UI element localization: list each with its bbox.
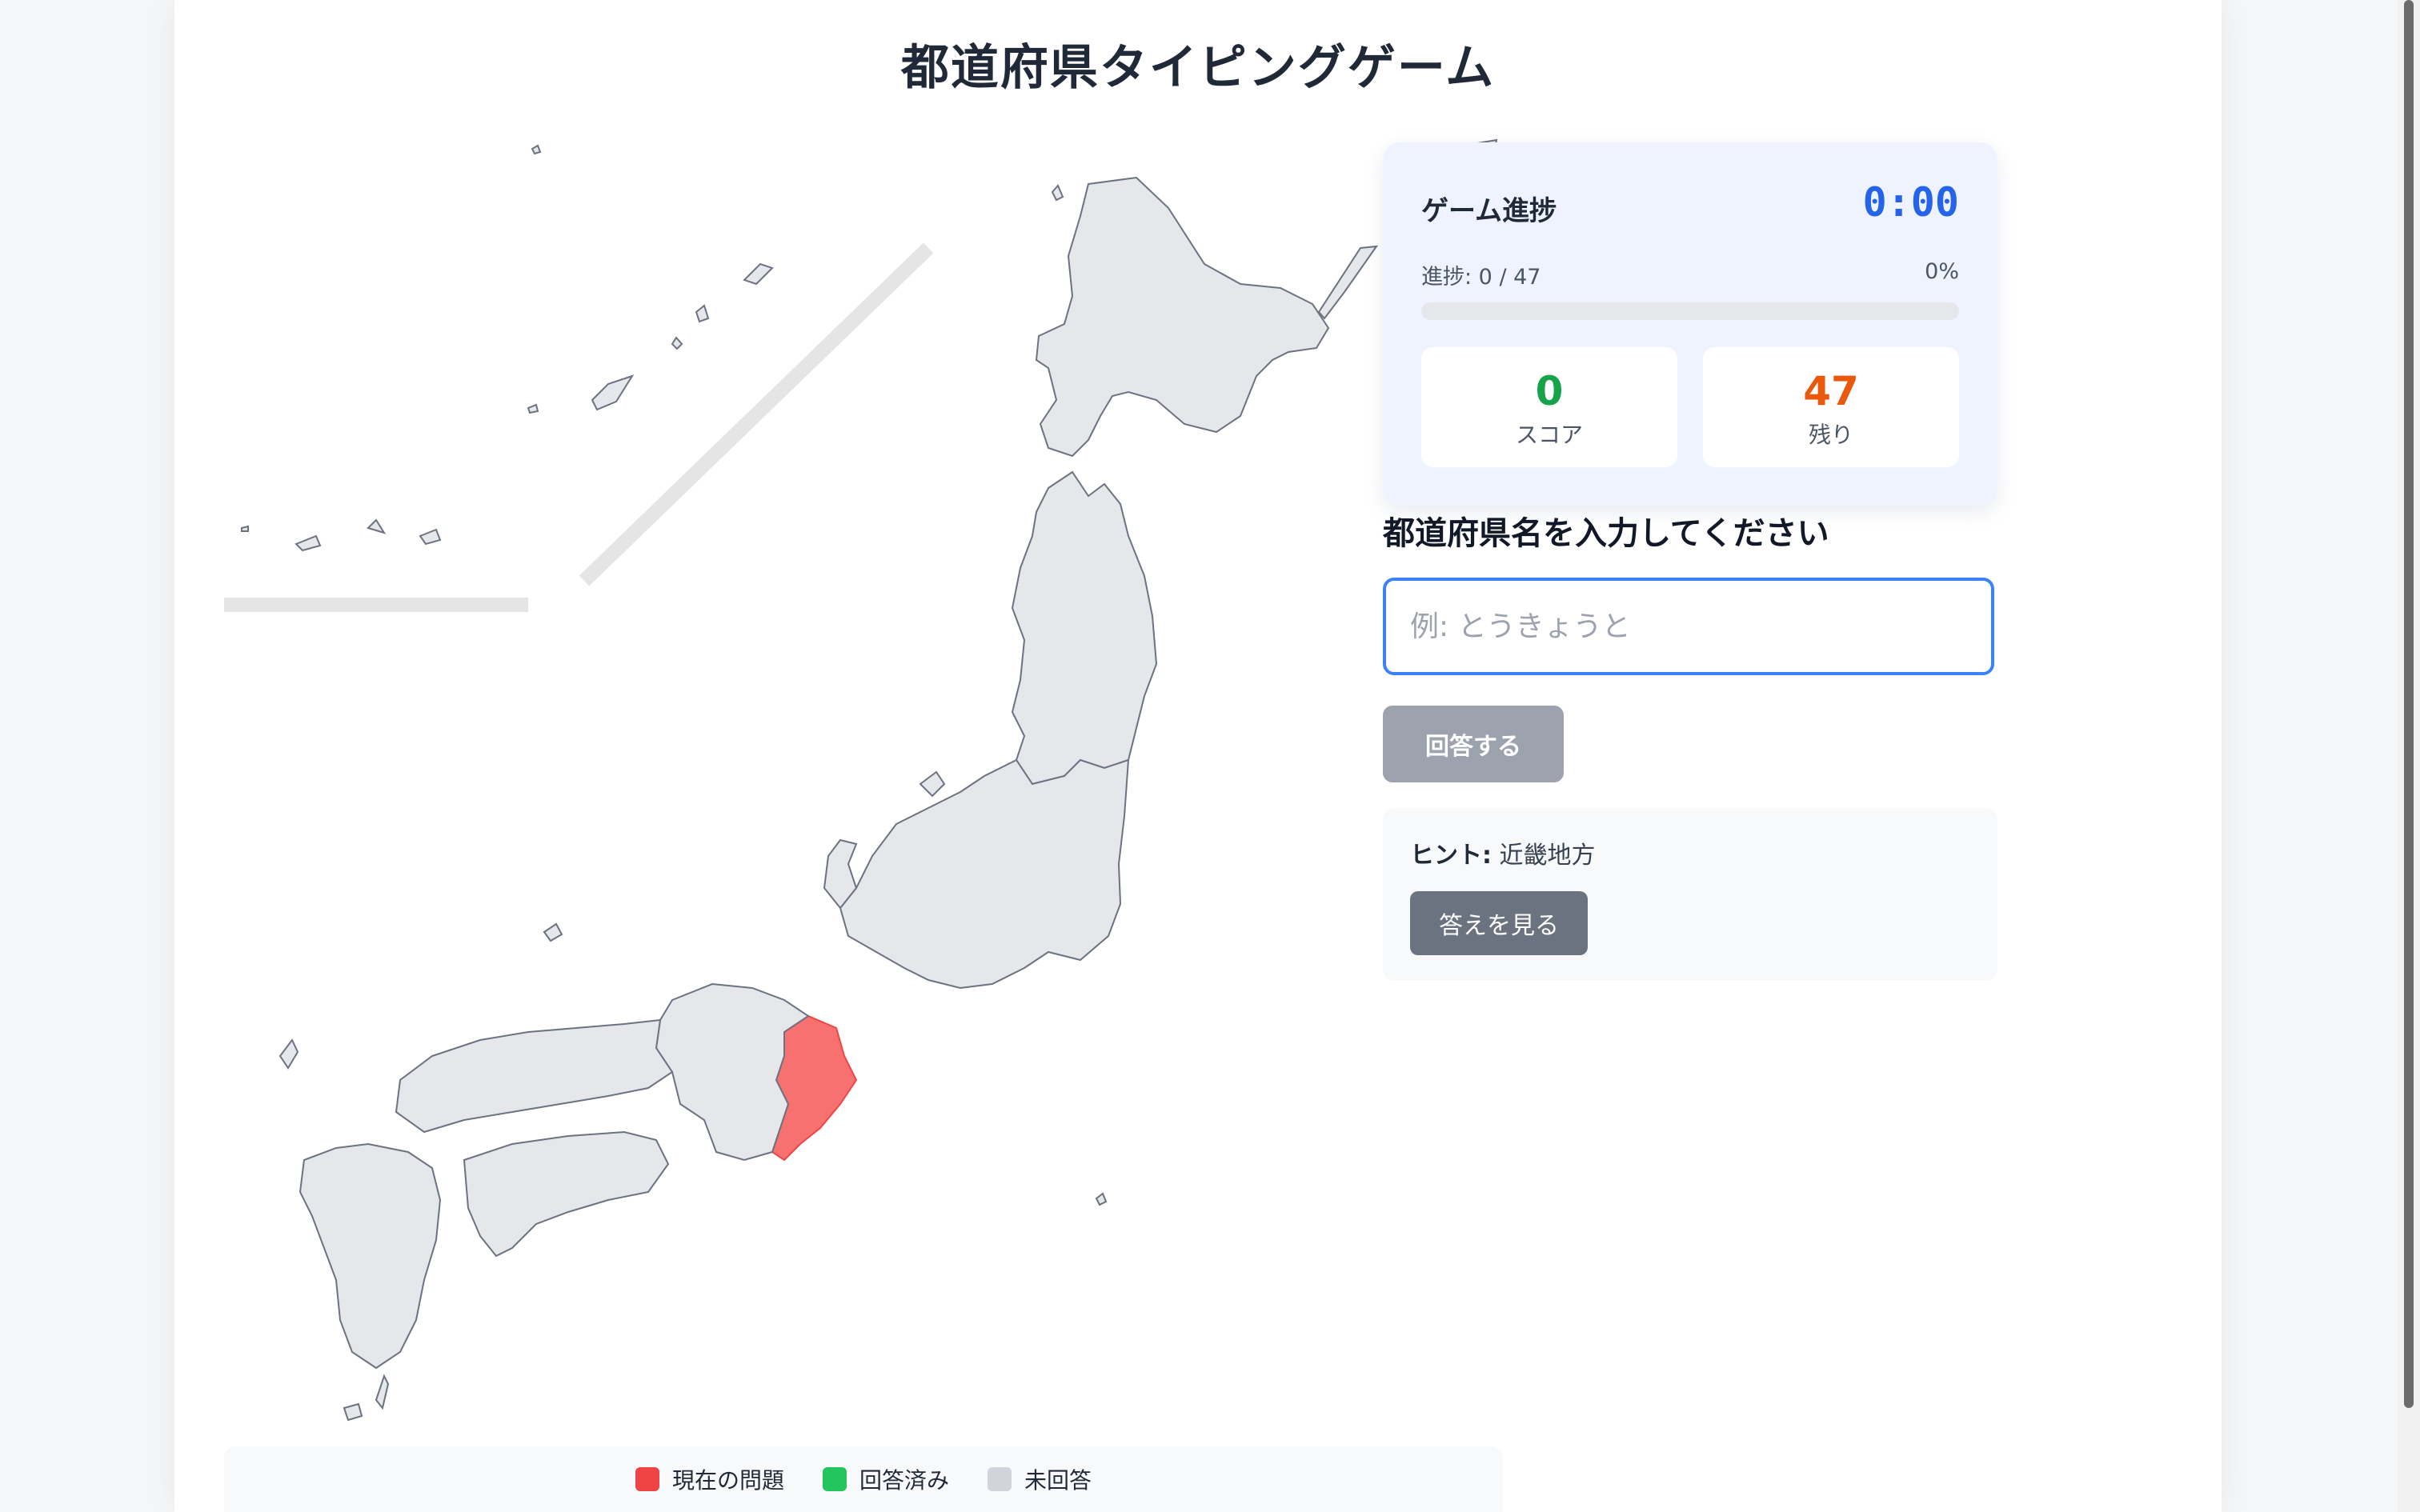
progress-percent: 0%	[1925, 259, 1959, 284]
remaining-label: 残り	[1808, 422, 1853, 448]
legend-item-unanswered: 未回答	[988, 1463, 1092, 1495]
izu-island	[1095, 1192, 1108, 1206]
ryukyu-island-1	[743, 262, 774, 286]
hint-box: ヒント: 近畿地方 答えを見る	[1383, 808, 1997, 981]
ryukyu-island-4	[591, 374, 635, 411]
legend-label-current: 現在の問題	[671, 1467, 784, 1494]
ryukyu-island-5	[419, 528, 442, 546]
hint-label: ヒント:	[1410, 842, 1492, 870]
score-stat: 0 スコア	[1421, 347, 1677, 467]
prefecture-tohoku-region[interactable]	[1011, 470, 1158, 786]
progress-bar	[1421, 302, 1959, 320]
remaining-stat: 47 残り	[1703, 347, 1959, 467]
page-title: 都道府県タイピングゲーム	[900, 40, 1496, 96]
score-value: 0	[1535, 368, 1564, 414]
oki-islands	[543, 922, 563, 942]
hint-text: 近畿地方	[1499, 842, 1596, 870]
remaining-value: 47	[1803, 368, 1859, 414]
kuril-island-small	[1317, 245, 1379, 320]
score-label: スコア	[1515, 422, 1583, 448]
timer: 0:00	[1862, 179, 1959, 226]
page-scrollbar[interactable]	[2398, 0, 2420, 1512]
prefecture-chugoku-region[interactable]	[395, 1018, 674, 1134]
prefecture-shikoku-region[interactable]	[463, 1130, 670, 1258]
input-prompt: 都道府県名を入力してください	[1383, 515, 1829, 552]
prefecture-chubu-kanto-region[interactable]	[839, 758, 1130, 990]
hint-line: ヒント: 近畿地方	[1410, 835, 1596, 870]
legend-swatch-unanswered	[988, 1467, 1012, 1491]
legend-item-answered: 回答済み	[822, 1463, 949, 1495]
map-legend: 現在の問題 回答済み 未回答	[224, 1446, 1503, 1512]
ryukyu-island-6	[294, 534, 322, 552]
yakushima-island	[343, 1402, 363, 1422]
progress-count: 進捗: 0 / 47	[1421, 265, 1541, 290]
legend-label-unanswered: 未回答	[1024, 1467, 1092, 1494]
japan-map-svg	[224, 138, 1498, 1422]
progress-title: ゲーム進捗	[1421, 195, 1557, 227]
legend-item-current: 現在の問題	[635, 1463, 784, 1495]
progress-card: ゲーム進捗 0:00 進捗: 0 / 47 0% 0 スコア 47 残り	[1383, 142, 1997, 506]
ryukyu-island-3	[671, 336, 683, 350]
legend-swatch-answered	[822, 1467, 847, 1491]
submit-button[interactable]: 回答する	[1383, 706, 1564, 782]
ryukyu-island-7	[241, 525, 249, 532]
rebun-island	[1051, 184, 1064, 202]
scrollbar-thumb[interactable]	[2404, 0, 2414, 1408]
prefecture-hokkaido[interactable]	[1035, 176, 1330, 458]
ryukyu-island-10	[527, 403, 539, 414]
ryukyu-island-8	[367, 518, 387, 534]
legend-swatch-current	[635, 1467, 659, 1491]
sado-island	[919, 770, 946, 798]
ryukyu-island-2	[695, 304, 710, 323]
answer-input[interactable]	[1383, 578, 1994, 675]
prefecture-kyushu-region[interactable]	[298, 1142, 442, 1370]
reveal-answer-button[interactable]: 答えを見る	[1410, 891, 1588, 955]
legend-label-answered: 回答済み	[859, 1467, 949, 1494]
tanegashima-island	[375, 1374, 390, 1410]
tsushima-island	[278, 1038, 299, 1070]
inset-divider-diagonal	[579, 242, 934, 586]
japan-map	[224, 120, 1527, 1432]
ryukyu-island-9	[531, 144, 542, 155]
